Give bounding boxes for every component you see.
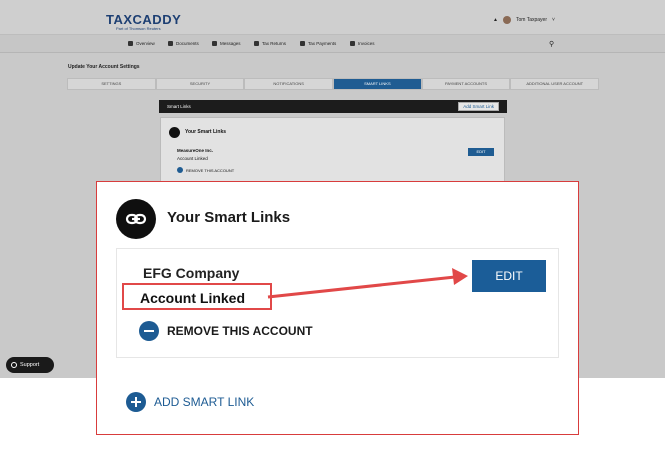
add-smart-link-button[interactable]: Add Smart Link [458,102,499,111]
link-status: Account Linked [140,290,246,306]
invoices-icon [350,41,355,46]
messages-icon [212,41,217,46]
top-bar: TAXCADDY Part of Thomson Reuters ▲ Tom T… [0,0,665,35]
tax-returns-icon [254,41,259,46]
tab-security[interactable]: SECURITY [155,78,245,90]
link-icon [169,127,180,138]
link-status: Account Linked [177,156,208,161]
main-nav: Overview Documents Messages Tax Returns … [0,35,665,53]
logo-subtitle: Part of Thomson Reuters [116,26,161,31]
zoomed-smart-links-card: Your Smart Links EFG Company Account Lin… [96,181,579,435]
nav-item-tax-payments[interactable]: Tax Payments [300,41,336,46]
panel-title: Smart Links [167,104,191,109]
taxcaddy-logo[interactable]: TAXCADDY [106,12,181,27]
tab-settings[interactable]: SETTINGS [67,78,156,90]
nav-label: Invoices [358,41,375,46]
linked-account-card: EFG Company Account Linked REMOVE THIS A… [116,248,559,358]
chevron-down-icon: ˅ [552,17,555,23]
tab-additional-user-account[interactable]: ADDITIONAL USER ACCOUNT [510,78,600,90]
company-name: MeasureOne Inc. [177,148,214,153]
nav-label: Tax Returns [262,41,287,46]
nav-item-messages[interactable]: Messages [212,41,241,46]
minus-circle-icon [177,167,183,173]
company-name: EFG Company [143,265,240,281]
avatar [502,16,511,24]
nav-label: Tax Payments [308,41,337,46]
nav-item-tax-returns[interactable]: Tax Returns [254,41,286,46]
edit-button[interactable]: EDIT [468,148,494,156]
tab-notifications[interactable]: NOTIFICATIONS [244,78,334,90]
user-name: Tom Taxpayer [515,17,547,23]
nav-item-overview[interactable]: Overview [128,41,155,46]
nav-label: Messages [220,41,241,46]
home-icon [128,41,133,46]
support-button[interactable]: Support [6,357,54,373]
smart-links-panel-header: Smart Links Add Smart Link [159,100,507,113]
smart-links-heading: Your Smart Links [167,209,291,226]
screenshot-stage: TAXCADDY Part of Thomson Reuters ▲ Tom T… [0,0,665,454]
plus-circle-icon [126,392,146,412]
edit-button[interactable]: EDIT [472,260,546,292]
settings-tabs: SETTINGS SECURITY NOTIFICATIONS SMART LI… [67,78,600,90]
tab-smart-links[interactable]: SMART LINKS [333,78,422,90]
documents-icon [168,41,173,46]
help-icon [11,362,17,368]
add-smart-link-button[interactable]: ADD SMART LINK [126,392,254,412]
search-icon[interactable]: ⚲ [549,40,554,48]
user-menu[interactable]: ▲ Tom Taxpayer ˅ [493,16,555,24]
tax-payments-icon [300,41,305,46]
link-icon [116,199,156,239]
tab-payment-accounts[interactable]: PAYMENT ACCOUNTS [421,78,511,90]
page-title: Update Your Account Settings [68,64,140,70]
bell-icon[interactable]: ▲ [493,17,498,23]
remove-label: REMOVE THIS ACCOUNT [167,324,313,338]
nav-label: Documents [176,41,199,46]
support-label: Support [20,362,40,368]
minus-circle-icon [139,321,159,341]
remove-label: REMOVE THIS ACCOUNT [186,167,235,173]
nav-item-documents[interactable]: Documents [168,41,199,46]
add-smart-link-label: ADD SMART LINK [154,395,255,409]
remove-account-button[interactable]: REMOVE THIS ACCOUNT [139,321,313,341]
nav-item-invoices[interactable]: Invoices [350,41,375,46]
remove-account-button[interactable]: REMOVE THIS ACCOUNT [177,167,234,173]
nav-label: Overview [136,41,155,46]
card-title: Your Smart Links [185,129,227,135]
smart-link-card-preview: Your Smart Links MeasureOne Inc. Account… [160,117,505,187]
account-linked-highlight: Account Linked [122,283,272,310]
